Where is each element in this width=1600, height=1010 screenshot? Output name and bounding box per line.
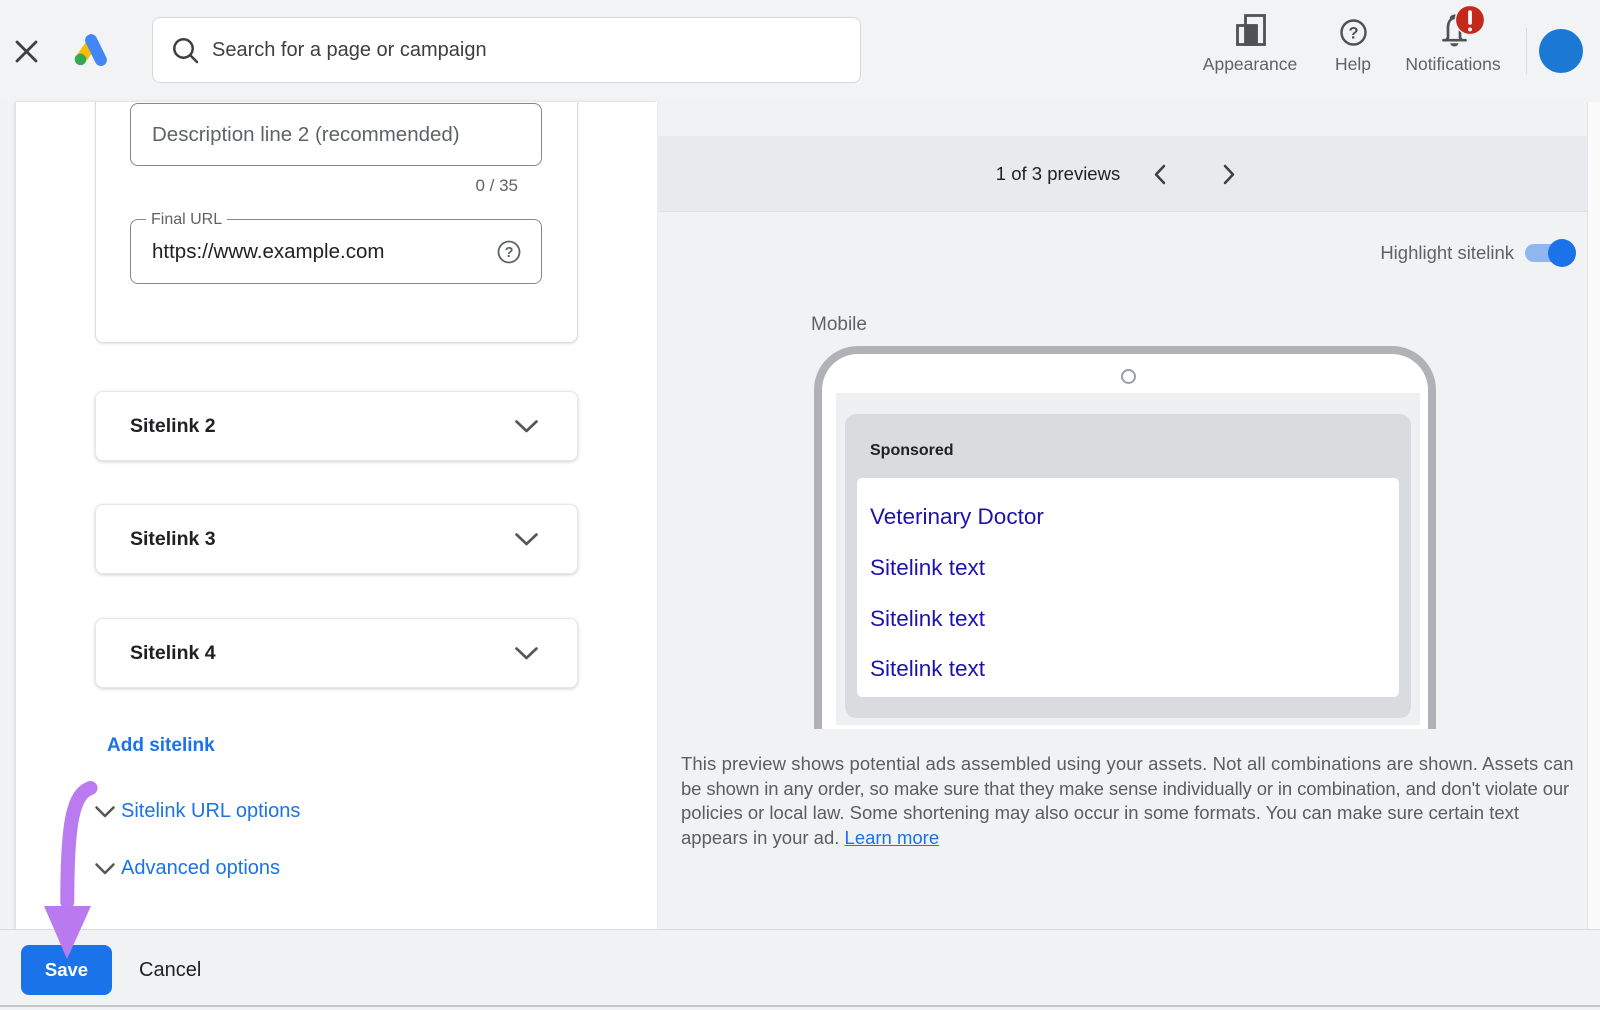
svg-text:?: ? (1348, 25, 1358, 43)
svg-text:?: ? (505, 245, 514, 261)
